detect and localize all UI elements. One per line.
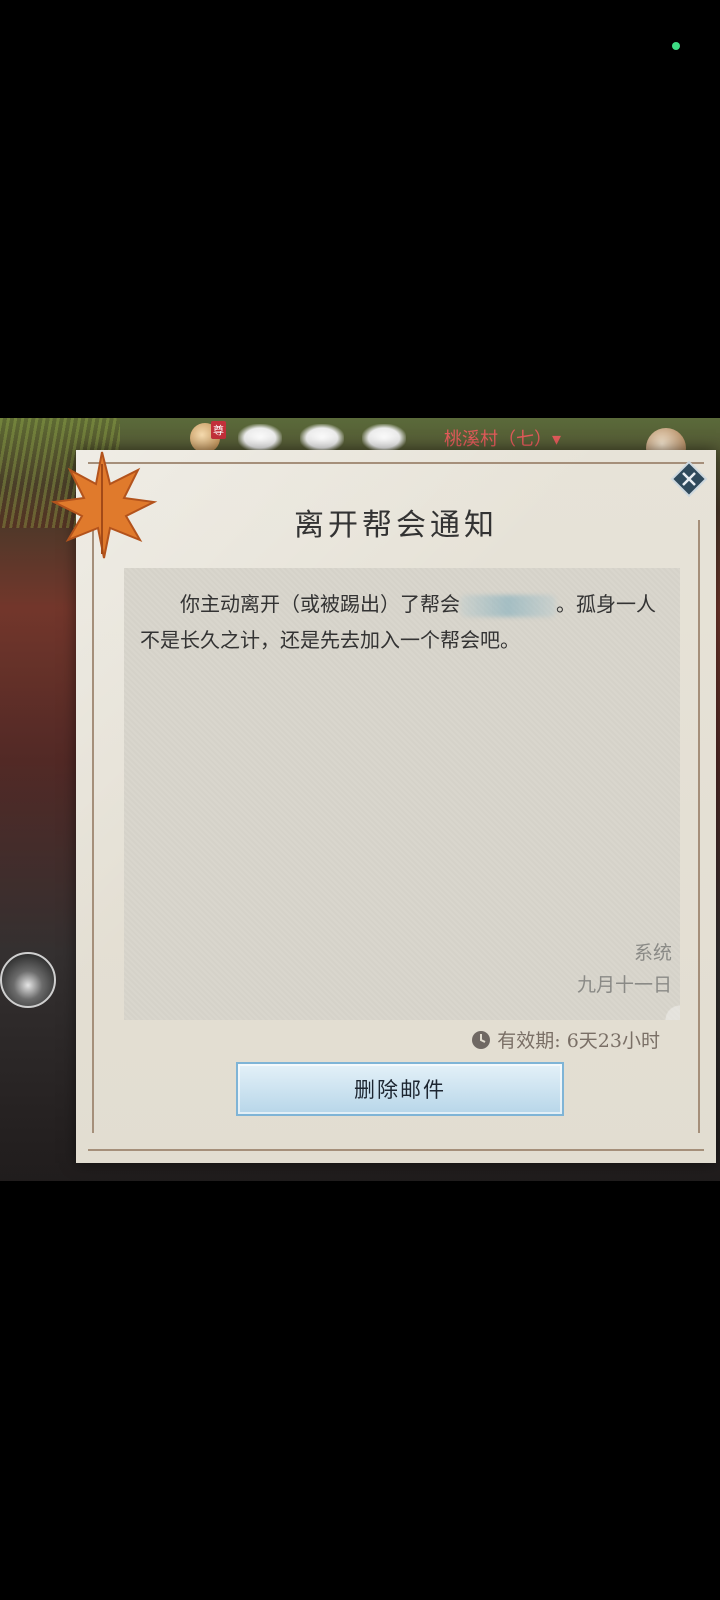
delete-mail-button[interactable]: 删除邮件 <box>236 1062 564 1116</box>
mail-date: 九月十一日 <box>576 974 672 996</box>
frame-line-left <box>92 520 94 1133</box>
frame-line-top <box>88 462 704 464</box>
mail-body: 你主动离开（或被踢出）了帮会 。孤身一人不是长久之计，还是先去加入一个帮会吧。 <box>140 586 664 658</box>
expiry-text: 有效期: 6天23小时 <box>497 1030 660 1052</box>
frame-line-bottom <box>88 1149 704 1151</box>
guild-name-redacted <box>460 594 556 617</box>
side-skill-button[interactable] <box>0 952 56 1008</box>
expiry-info: 有效期: 6天23小时 <box>471 1026 660 1053</box>
frame-line-right <box>698 520 700 1133</box>
vip-badge[interactable]: 尊 <box>190 421 226 453</box>
close-button[interactable] <box>670 460 708 498</box>
status-indicator-dot <box>672 42 680 50</box>
vip-tag: 尊 <box>211 421 226 439</box>
location-selector[interactable]: 桃溪村（七）▾ <box>444 425 561 451</box>
hud-emblem-2[interactable] <box>300 424 344 452</box>
mail-body-text-1: 你主动离开（或被踢出）了帮会 <box>180 592 460 616</box>
hud-emblem-1[interactable] <box>238 424 282 452</box>
clock-icon <box>472 1030 491 1049</box>
close-icon <box>670 460 708 498</box>
mail-sender: 系统 <box>633 942 672 964</box>
mail-content-area: 你主动离开（或被踢出）了帮会 。孤身一人不是长久之计，还是先去加入一个帮会吧。 系… <box>124 568 680 1020</box>
mail-title: 离开帮会通知 <box>294 508 498 543</box>
mail-dialog: 离开帮会通知 你主动离开（或被踢出）了帮会 。孤身一人不是长久之计，还是先去加入一… <box>50 450 716 1163</box>
hud-emblem-3[interactable] <box>362 424 406 452</box>
